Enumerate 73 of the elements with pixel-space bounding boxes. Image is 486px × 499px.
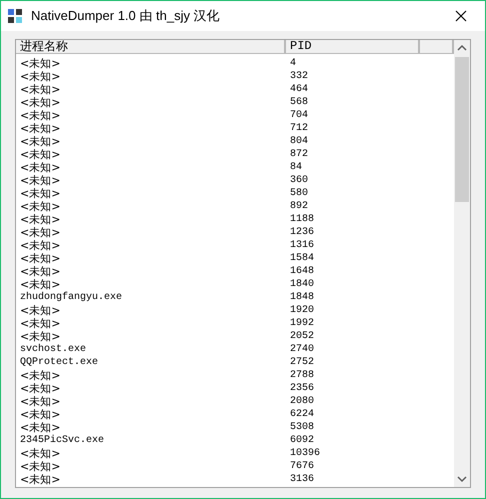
table-cell-text: <未知> (19, 278, 62, 291)
table-cell-text: 332 (289, 70, 310, 83)
table-cell-text: 7676 (289, 460, 316, 473)
table-cell-text: 872 (289, 148, 310, 161)
process-list[interactable] (15, 39, 471, 488)
table-cell-text: <未知> (19, 252, 62, 265)
table-cell-text: <未知> (19, 187, 62, 200)
table-cell-text: 1992 (289, 317, 316, 330)
table-cell-text: <未知> (19, 174, 62, 187)
table-cell-text: 1848 (289, 291, 316, 304)
table-cell-text: 4 (289, 57, 298, 70)
table-cell-text: <未知> (19, 122, 62, 135)
table-cell-text: 704 (289, 109, 310, 122)
column-header[interactable]: 进程名称 (16, 40, 286, 54)
window-title: NativeDumper 1.0 由 th_sjy 汉化 (31, 7, 221, 25)
table-cell-text: <未知> (19, 473, 62, 486)
table-cell-text: <未知> (19, 395, 62, 408)
table-cell-text: 1840 (289, 278, 316, 291)
table-cell-text: <未知> (19, 265, 62, 278)
table-cell-text: 2788 (289, 369, 316, 382)
table-cell-text: <未知> (19, 369, 62, 382)
table-cell-text: 464 (289, 83, 310, 96)
table-cell-text: <未知> (19, 70, 62, 83)
scrollbar-thumb[interactable] (455, 57, 469, 202)
table-cell-text: 6092 (289, 434, 316, 447)
table-cell-text: <未知> (19, 161, 62, 174)
table-cell-text: 1584 (289, 252, 316, 265)
table-cell-text: 360 (289, 174, 310, 187)
table-cell-text: <未知> (19, 239, 62, 252)
table-cell-text: 2080 (289, 395, 316, 408)
table-cell-text: 712 (289, 122, 310, 135)
table-cell-text: <未知> (19, 57, 62, 70)
table-cell-text: 1316 (289, 239, 316, 252)
close-icon (455, 10, 467, 22)
table-cell-text: 1188 (289, 213, 316, 226)
table-cell-text: <未知> (19, 330, 62, 343)
table-cell-text: 804 (289, 135, 310, 148)
table-cell-text: <未知> (19, 408, 62, 421)
table-cell-text: 10396 (289, 447, 322, 460)
table-cell-text: <未知> (19, 460, 62, 473)
table-cell-text: <未知> (19, 226, 62, 239)
table-cell-text: <未知> (19, 447, 62, 460)
table-cell-text: <未知> (19, 148, 62, 161)
table-cell-text: 6224 (289, 408, 316, 421)
table-cell-text: svchost.exe (19, 343, 88, 356)
table-cell-text: 1236 (289, 226, 316, 239)
table-cell-text: <未知> (19, 96, 62, 109)
table-cell-text: <未知> (19, 135, 62, 148)
table-cell-text: 2356 (289, 382, 316, 395)
table-cell-text: 84 (289, 161, 304, 174)
table-cell-text: <未知> (19, 317, 62, 330)
table-cell-text: 568 (289, 96, 310, 109)
table-cell-text: 2052 (289, 330, 316, 343)
table-cell-text: 1648 (289, 265, 316, 278)
table-cell-text: <未知> (19, 304, 62, 317)
table-cell-text: 892 (289, 200, 310, 213)
table-cell-text: zhudongfangyu.exe (19, 291, 124, 304)
table-cell-text: 2752 (289, 356, 316, 369)
app-icon (7, 8, 23, 24)
table-cell-text: <未知> (19, 109, 62, 122)
table-cell-text: 2345PicSvc.exe (19, 434, 106, 447)
table-cell-text: <未知> (19, 83, 62, 96)
table-cell-text: 5308 (289, 421, 316, 434)
table-cell-text: 3136 (289, 473, 316, 486)
table-cell-text: 580 (289, 187, 310, 200)
table-cell-text: <未知> (19, 421, 62, 434)
table-cell-text: QQProtect.exe (19, 356, 100, 369)
table-cell-text: 2740 (289, 343, 316, 356)
table-cell-text: 1920 (289, 304, 316, 317)
column-header[interactable]: PID (286, 40, 420, 54)
table-cell-text: <未知> (19, 213, 62, 226)
table-cell-text: <未知> (19, 382, 62, 395)
table-cell-text: <未知> (19, 200, 62, 213)
